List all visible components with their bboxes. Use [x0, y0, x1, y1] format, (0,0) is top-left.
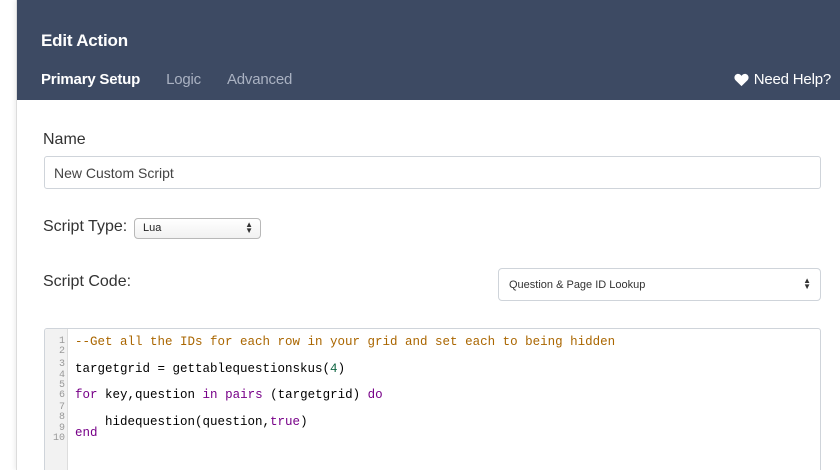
code-text: ) [337, 362, 346, 376]
name-label: Name [43, 131, 86, 148]
heart-icon [734, 73, 749, 86]
line-number-gutter: 1 2 3 4 5 6 7 8 9 10 [45, 329, 68, 470]
code-line-5: for key,question in pairs (targetgrid) d… [75, 388, 383, 402]
panel-title: Edit Action [41, 31, 128, 50]
tab-logic[interactable]: Logic [166, 71, 201, 88]
script-type-select[interactable]: Lua ▲ ▼ [134, 218, 261, 239]
code-keyword: pairs [225, 388, 263, 402]
code-text: ) [300, 415, 308, 429]
code-keyword: true [270, 415, 301, 429]
updown-arrows-icon: ▲ ▼ [245, 220, 253, 235]
code-text: targetgrid = gettablequestionskus( [75, 362, 331, 376]
id-lookup-select[interactable]: Question & Page ID Lookup ▲ ▼ [498, 268, 821, 301]
line-number: 8 [58, 412, 65, 423]
code-keyword: do [367, 388, 383, 402]
line-number: 2 [58, 346, 65, 357]
code-line-7: hidequestion(question,true) [75, 415, 308, 429]
name-input[interactable] [44, 156, 821, 189]
script-code-label: Script Code: [43, 273, 132, 290]
code-comment: --Get all the IDs for each row in your g… [75, 335, 616, 349]
code-line-3: targetgrid = gettablequestionskus(4) [75, 362, 345, 376]
tab-primary-setup[interactable]: Primary Setup [41, 71, 140, 88]
need-help-link[interactable]: Need Help? [734, 71, 831, 88]
edit-action-panel: Edit Action Primary Setup Logic Advanced… [16, 0, 840, 470]
tab-advanced[interactable]: Advanced [227, 71, 292, 88]
code-keyword: for [75, 388, 98, 402]
code-text: key,question [97, 388, 203, 402]
script-type-value: Lua [143, 222, 162, 234]
panel-header: Edit Action Primary Setup Logic Advanced… [17, 0, 840, 100]
updown-arrows-icon: ▲ ▼ [803, 276, 811, 291]
script-type-label: Script Type: [43, 218, 128, 235]
code-line-8: end [75, 426, 98, 440]
line-number: 10 [52, 433, 65, 444]
need-help-label: Need Help? [753, 71, 831, 88]
code-number: 4 [330, 362, 338, 376]
code-editor[interactable]: 1 2 3 4 5 6 7 8 9 10 --Get all the IDs f… [44, 328, 821, 470]
tab-bar: Primary Setup Logic Advanced [41, 71, 318, 88]
code-text: (targetgrid) [262, 388, 368, 402]
line-number: 3 [58, 359, 65, 370]
line-number: 6 [58, 390, 65, 401]
code-line-1: --Get all the IDs for each row in your g… [75, 335, 615, 349]
code-keyword: in [202, 388, 218, 402]
code-keyword: end [75, 426, 98, 440]
id-lookup-value: Question & Page ID Lookup [509, 279, 646, 291]
code-text: hidequestion(question, [75, 415, 271, 429]
